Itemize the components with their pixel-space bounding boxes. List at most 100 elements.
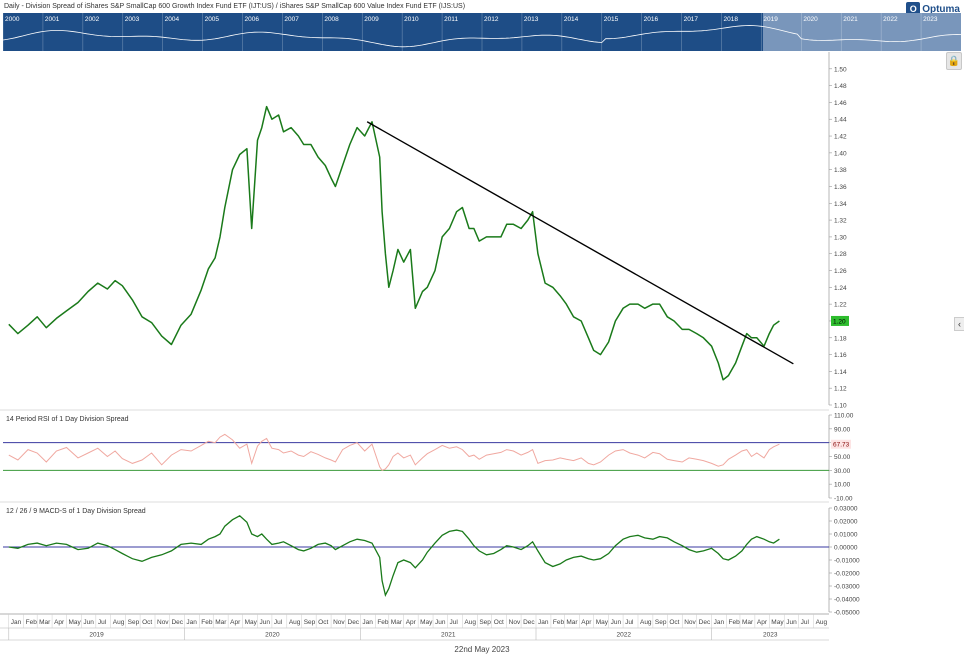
month-label: Mar [391, 619, 403, 626]
month-label: Oct [318, 619, 328, 626]
price-tick-label: 1.10 [834, 403, 847, 410]
macd-tick-label: -0.01000 [834, 558, 860, 565]
rsi-tick-label: 110.00 [834, 413, 854, 420]
month-label: Dec [171, 619, 183, 626]
month-label: Dec [699, 619, 711, 626]
month-label: Apr [406, 619, 417, 626]
macd-tick-label: -0.04000 [834, 597, 860, 604]
month-label: Jun [83, 619, 94, 626]
price-series-line [8, 105, 780, 381]
price-tick-label: 1.40 [834, 150, 847, 157]
month-label: Jan [362, 619, 373, 626]
price-tick-label: 1.16 [834, 352, 847, 359]
price-tick-label: 1.50 [834, 66, 847, 73]
month-label: May [68, 619, 81, 626]
rsi-tick-label: 50.00 [834, 454, 851, 461]
month-label: Jun [435, 619, 446, 626]
month-label: May [596, 619, 609, 626]
month-label: Aug [289, 619, 301, 626]
chart-area[interactable]: 1.50 1.48 1.46 1.44 1.42 1.40 1.38 1.36 1.34 1.32… [0, 0, 964, 650]
month-label: Jan [538, 619, 549, 626]
month-label: Jan [186, 619, 197, 626]
month-label: Aug [816, 619, 828, 626]
year-label: 2020 [265, 632, 280, 639]
month-label: Nov [333, 619, 345, 626]
price-tick-label: 1.24 [834, 285, 847, 292]
rsi-panel-label: 14 Period RSI of 1 Day Division Spread [6, 416, 129, 423]
month-label: Dec [348, 619, 360, 626]
month-label: Mar [566, 619, 578, 626]
month-label: Jul [98, 619, 107, 626]
rsi-tick-label: 30.00 [834, 468, 851, 475]
rsi-tick-label: 10.00 [834, 482, 851, 489]
month-label: Nov [509, 619, 521, 626]
rsi-tick-label: 90.00 [834, 426, 851, 433]
year-label: 2019 [89, 632, 104, 639]
month-label: Apr [54, 619, 65, 626]
price-tick-label: 1.12 [834, 386, 847, 393]
price-tick-label: 1.34 [834, 201, 847, 208]
price-last-value-label: 1.20 [833, 318, 846, 325]
month-label: Sep [479, 619, 491, 626]
chart-window: { "title": "Daily - Division Spread of i… [0, 0, 964, 663]
macd-tick-label: 0.02000 [834, 519, 858, 526]
macd-tick-label: -0.03000 [834, 584, 860, 591]
price-tick-label: 1.36 [834, 184, 847, 191]
trendline [366, 121, 794, 365]
price-tick-label: 1.28 [834, 251, 847, 258]
price-tick-label: 1.30 [834, 234, 847, 241]
month-label: Oct [142, 619, 152, 626]
month-label: Dec [523, 619, 535, 626]
macd-panel-label: 12 / 26 / 9 MACD-S of 1 Day Division Spr… [6, 508, 146, 515]
price-tick-label: 1.48 [834, 83, 847, 90]
month-label: Jul [625, 619, 634, 626]
macd-tick-label: 0.00000 [834, 545, 858, 552]
month-label: Aug [640, 619, 652, 626]
collapse-arrow-icon[interactable]: ‹ [954, 317, 964, 331]
month-label: Jan [11, 619, 22, 626]
month-label: Apr [581, 619, 592, 626]
price-tick-label: 1.32 [834, 218, 847, 225]
month-label: Feb [377, 619, 389, 626]
month-label: Feb [728, 619, 740, 626]
month-label: Feb [553, 619, 565, 626]
month-label: Oct [494, 619, 504, 626]
month-label: Jun [786, 619, 797, 626]
price-tick-label: 1.18 [834, 335, 847, 342]
month-label: Sep [304, 619, 316, 626]
month-label: Jul [449, 619, 458, 626]
month-label: Jul [801, 619, 810, 626]
month-label: Aug [464, 619, 476, 626]
month-label: Mar [39, 619, 51, 626]
month-label: Sep [655, 619, 667, 626]
month-label: Sep [128, 619, 140, 626]
price-tick-label: 1.38 [834, 167, 847, 174]
year-label: 2022 [617, 632, 632, 639]
macd-tick-label: 0.01000 [834, 532, 858, 539]
macd-tick-label: 0.03000 [834, 506, 858, 513]
month-label: Oct [669, 619, 679, 626]
price-tick-label: 1.22 [834, 302, 847, 309]
macd-tick-label: -0.02000 [834, 571, 860, 578]
month-label: May [771, 619, 784, 626]
month-label: Nov [157, 619, 169, 626]
price-tick-label: 1.26 [834, 268, 847, 275]
month-label: Mar [742, 619, 754, 626]
month-label: Aug [113, 619, 125, 626]
month-label: Feb [26, 619, 38, 626]
rsi-last-value-label: 67.73 [833, 442, 850, 449]
macd-tick-label: -0.05000 [834, 610, 860, 617]
price-tick-label: 1.14 [834, 369, 847, 376]
year-label: 2021 [441, 632, 456, 639]
price-tick-label: 1.44 [834, 117, 847, 124]
month-label: Nov [684, 619, 696, 626]
rsi-tick-label: -10.00 [834, 496, 853, 503]
month-label: Mar [215, 619, 227, 626]
lock-icon[interactable]: 🔒 [946, 52, 962, 70]
month-label: Jun [259, 619, 270, 626]
month-label: Feb [201, 619, 213, 626]
month-label: Apr [757, 619, 768, 626]
rsi-series-line [8, 433, 780, 471]
date-caption: 22nd May 2023 [454, 645, 510, 654]
month-label: May [245, 619, 258, 626]
